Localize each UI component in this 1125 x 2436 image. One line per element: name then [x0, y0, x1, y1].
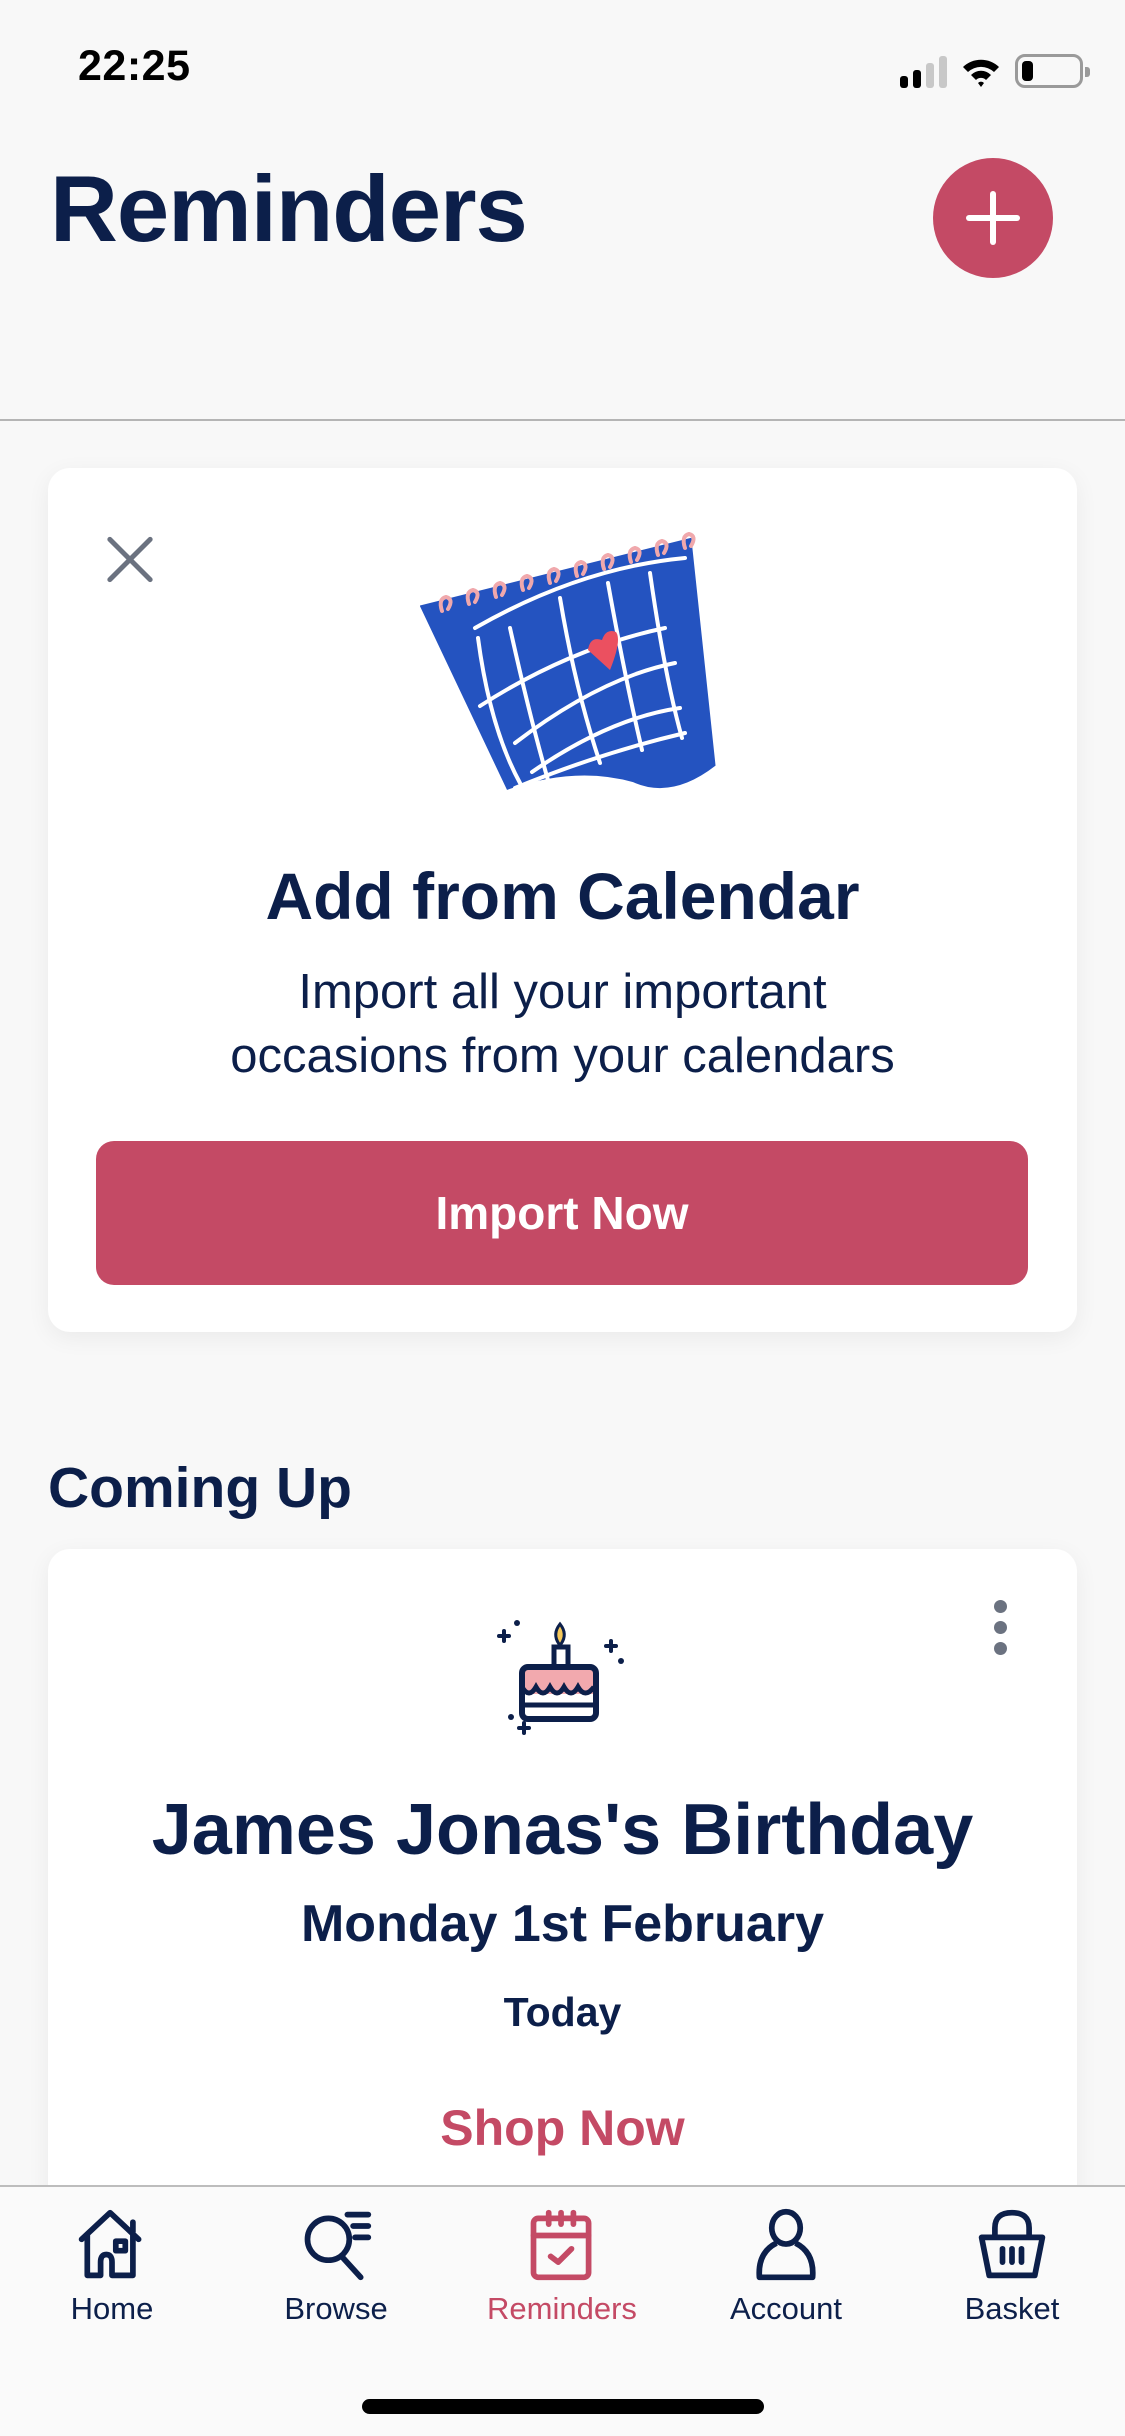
wifi-icon	[963, 59, 999, 87]
home-icon	[78, 2209, 142, 2279]
battery-cap	[1085, 67, 1090, 77]
birthday-cake-icon	[497, 1620, 624, 1735]
tab-home[interactable]: Home	[12, 2207, 212, 2327]
close-icon[interactable]	[93, 528, 157, 592]
card-description-line: Import all your important	[298, 965, 827, 1019]
status-icons	[900, 52, 1090, 88]
reminder-name: James Jonas's Birthday	[151, 1790, 974, 1870]
tab-label: Home	[70, 2291, 154, 2326]
tab-reminders[interactable]: Reminders	[462, 2207, 662, 2327]
status-bar: 22:25	[0, 0, 1125, 130]
signal-bar	[900, 76, 908, 88]
tab-label: Reminders	[487, 2291, 637, 2326]
import-now-button[interactable]: Import Now	[96, 1141, 1028, 1285]
calendar-check-icon	[530, 2209, 592, 2281]
battery-icon	[1015, 54, 1090, 88]
browse-search-icon	[304, 2211, 372, 2281]
tab-basket[interactable]: Basket	[912, 2207, 1112, 2327]
reminder-date: Monday 1st February	[300, 1895, 825, 1953]
card-description-line: occasions from your calendars	[230, 1029, 895, 1083]
shop-now-link[interactable]: Shop Now	[48, 2099, 1077, 2157]
tab-label: Basket	[964, 2291, 1060, 2326]
tab-account[interactable]: Account	[686, 2207, 886, 2327]
signal-bar	[939, 56, 947, 88]
import-calendar-card: Add from Calendar Import all your import…	[48, 468, 1077, 1332]
tab-label: Browse	[284, 2291, 388, 2326]
signal-bar	[926, 63, 934, 88]
section-title-coming-up: Coming Up	[48, 1456, 352, 1520]
tab-bar: Home Browse Reminders Account Basket	[0, 2185, 1125, 2436]
card-title: Add from Calendar	[265, 859, 860, 933]
basket-icon	[978, 2209, 1046, 2279]
card-description: Import all your important occasions from…	[48, 960, 1077, 1088]
tab-label: Account	[729, 2291, 842, 2326]
user-icon	[756, 2208, 816, 2281]
reminder-when: Today	[503, 1989, 622, 2035]
page-title: Reminders	[50, 156, 528, 261]
tab-browse[interactable]: Browse	[236, 2207, 436, 2327]
battery-level	[1022, 61, 1033, 81]
signal-bar	[913, 70, 921, 88]
more-vertical-icon[interactable]	[983, 1589, 1027, 1659]
add-reminder-button[interactable]	[933, 158, 1053, 278]
status-time: 22:25	[78, 42, 191, 90]
cellular-signal-icon	[900, 56, 947, 88]
home-indicator[interactable]	[362, 2399, 764, 2414]
calendar-heart-illustration	[420, 531, 716, 790]
